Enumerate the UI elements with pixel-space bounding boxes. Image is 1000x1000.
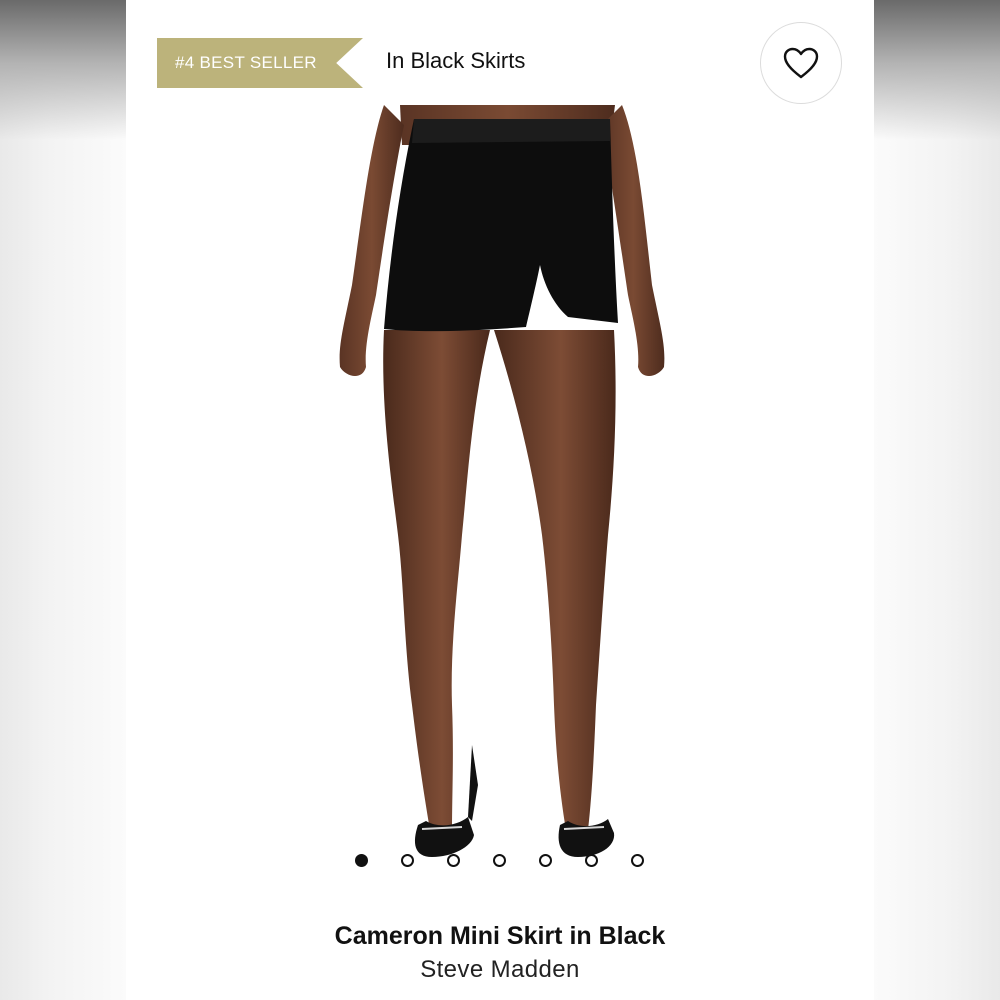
best-seller-badge: #4 BEST SELLER <box>157 38 363 88</box>
pagination-dot[interactable] <box>631 853 644 867</box>
pagination-dot[interactable] <box>355 853 368 867</box>
background-left <box>0 0 126 1000</box>
pagination-dot[interactable] <box>447 853 460 867</box>
image-pagination <box>355 852 644 868</box>
product-image[interactable] <box>322 105 684 875</box>
product-brand[interactable]: Steve Madden <box>126 956 874 984</box>
product-title[interactable]: Cameron Mini Skirt in Black <box>126 922 874 951</box>
pagination-dot[interactable] <box>585 853 598 867</box>
product-photo <box>339 105 665 857</box>
product-card: #4 BEST SELLER In Black Skirts Cameron M… <box>126 0 874 1000</box>
favorite-button[interactable] <box>760 22 842 104</box>
pagination-dot[interactable] <box>539 853 552 867</box>
category-label: In Black Skirts <box>386 48 526 73</box>
pagination-dot[interactable] <box>493 853 506 867</box>
best-seller-label: #4 BEST SELLER <box>175 53 317 72</box>
heart-icon <box>783 47 819 79</box>
background-right <box>874 0 1000 1000</box>
pagination-dot[interactable] <box>401 853 414 867</box>
